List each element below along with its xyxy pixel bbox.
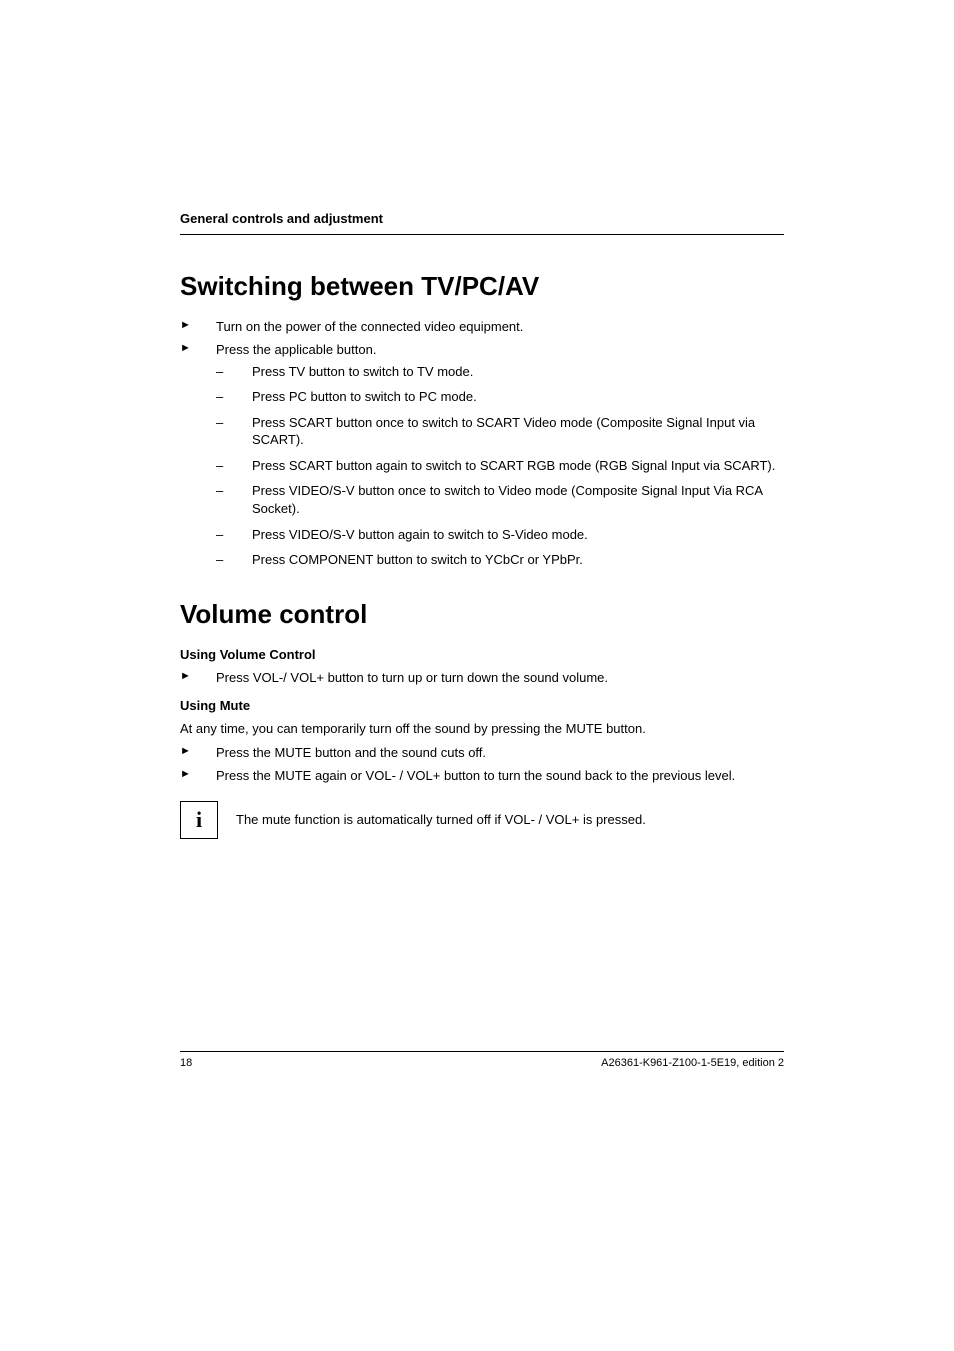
step-item: Press the applicable button. Press TV bu… bbox=[180, 341, 784, 568]
page-number: 18 bbox=[180, 1056, 192, 1071]
substep-item: Press VIDEO/S-V button again to switch t… bbox=[216, 526, 784, 544]
step-item: Press VOL-/ VOL+ button to turn up or tu… bbox=[180, 669, 784, 687]
info-row: i The mute function is automatically tur… bbox=[180, 801, 784, 839]
info-icon: i bbox=[180, 801, 218, 839]
substep-item: Press PC button to switch to PC mode. bbox=[216, 388, 784, 406]
mute-heading: Using Mute bbox=[180, 697, 784, 715]
substep-item: Press TV button to switch to TV mode. bbox=[216, 363, 784, 381]
step-item: Press the MUTE button and the sound cuts… bbox=[180, 744, 784, 762]
section1-step-list: Turn on the power of the connected video… bbox=[180, 318, 784, 569]
volume-step-list: Press VOL-/ VOL+ button to turn up or tu… bbox=[180, 669, 784, 687]
substep-item: Press SCART button again to switch to SC… bbox=[216, 457, 784, 475]
page: General controls and adjustment Switchin… bbox=[0, 0, 954, 1351]
mute-intro: At any time, you can temporarily turn of… bbox=[180, 720, 784, 738]
document-id: A26361-K961-Z100-1-5E19, edition 2 bbox=[601, 1056, 784, 1071]
info-text: The mute function is automatically turne… bbox=[236, 811, 646, 829]
section-title-volume: Volume control bbox=[180, 597, 784, 632]
step-item: Press the MUTE again or VOL- / VOL+ butt… bbox=[180, 767, 784, 785]
mute-step-list: Press the MUTE button and the sound cuts… bbox=[180, 744, 784, 785]
section-title-switching: Switching between TV/PC/AV bbox=[180, 269, 784, 304]
page-footer: 18 A26361-K961-Z100-1-5E19, edition 2 bbox=[180, 1051, 784, 1071]
page-header: General controls and adjustment bbox=[180, 210, 784, 235]
step-text: Press the applicable button. bbox=[216, 342, 376, 357]
substep-item: Press VIDEO/S-V button once to switch to… bbox=[216, 482, 784, 517]
substep-item: Press SCART button once to switch to SCA… bbox=[216, 414, 784, 449]
step-item: Turn on the power of the connected video… bbox=[180, 318, 784, 336]
substep-item: Press COMPONENT button to switch to YCbC… bbox=[216, 551, 784, 569]
volume-control-heading: Using Volume Control bbox=[180, 646, 784, 664]
section1-substep-list: Press TV button to switch to TV mode. Pr… bbox=[216, 363, 784, 569]
